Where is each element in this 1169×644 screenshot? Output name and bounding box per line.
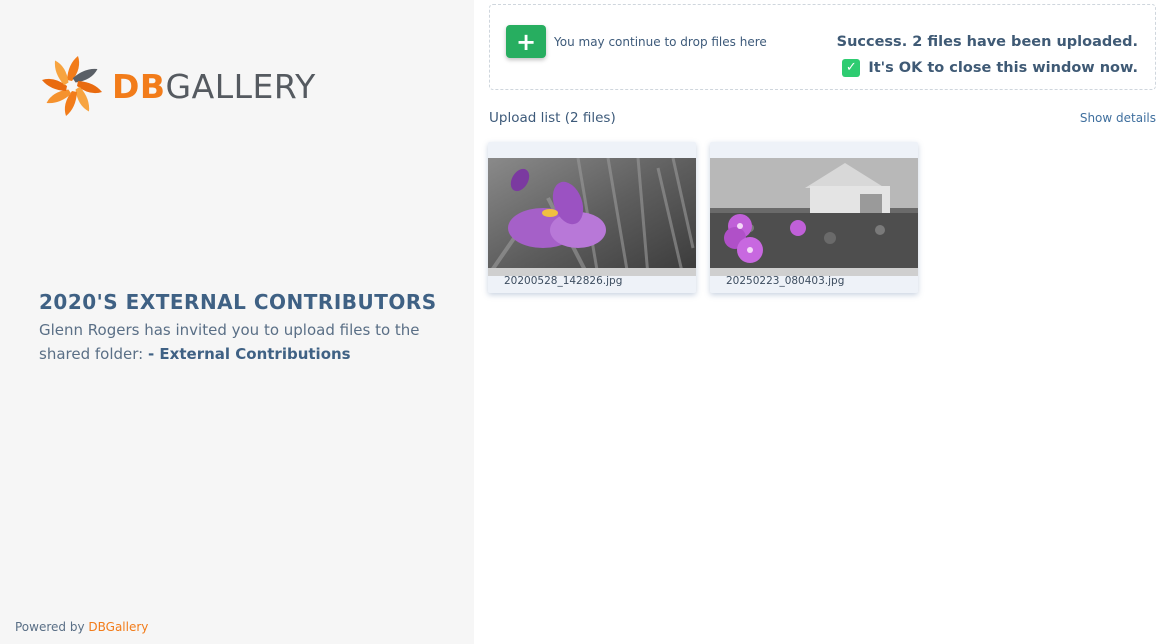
invitation-text: Glenn Rogers has invited you to upload f…: [39, 318, 459, 366]
brand-logo: DBGALLERY: [40, 54, 316, 118]
file-name: 20200528_142826.jpg: [504, 275, 623, 287]
add-files-button[interactable]: +: [506, 25, 546, 58]
file-card[interactable]: 20250223_080403.jpg: [710, 142, 918, 293]
file-name: 20250223_080403.jpg: [726, 275, 845, 287]
success-message: Success. 2 files have been uploaded.: [836, 34, 1138, 50]
upload-list-header: Upload list (2 files): [489, 110, 616, 126]
invitation-block: 2020'S EXTERNAL CONTRIBUTORS Glenn Roger…: [39, 290, 459, 366]
logo-text: DBGALLERY: [112, 70, 316, 103]
shared-folder-name: - External Contributions: [147, 345, 351, 363]
plus-icon: +: [515, 27, 537, 56]
upload-status: Success. 2 files have been uploaded. ✓ I…: [837, 29, 1138, 81]
file-dropzone[interactable]: + You may continue to drop files here Su…: [489, 4, 1156, 90]
sunburst-logo-icon: [42, 56, 102, 116]
ok-line: ✓ It's OK to close this window now.: [837, 55, 1138, 81]
powered-by-label: Powered by: [15, 620, 85, 634]
invitation-title: 2020'S EXTERNAL CONTRIBUTORS: [39, 290, 437, 314]
file-thumbnail-flowers: [710, 158, 918, 276]
checkmark-icon: ✓: [842, 59, 861, 77]
file-thumbnail-iris: [488, 158, 696, 276]
logo-gallery-text: GALLERY: [165, 66, 316, 106]
ok-message: It's OK to close this window now.: [868, 60, 1138, 76]
show-details-link[interactable]: Show details: [1080, 111, 1156, 125]
logo-db-text: DB: [112, 66, 166, 106]
left-panel: DBGALLERY 2020'S EXTERNAL CONTRIBUTORS G…: [0, 0, 474, 644]
powered-by: Powered by DBGallery: [15, 620, 148, 634]
drop-hint: You may continue to drop files here: [554, 35, 767, 49]
powered-by-link[interactable]: DBGallery: [88, 620, 148, 634]
file-card[interactable]: 20200528_142826.jpg: [488, 142, 696, 293]
